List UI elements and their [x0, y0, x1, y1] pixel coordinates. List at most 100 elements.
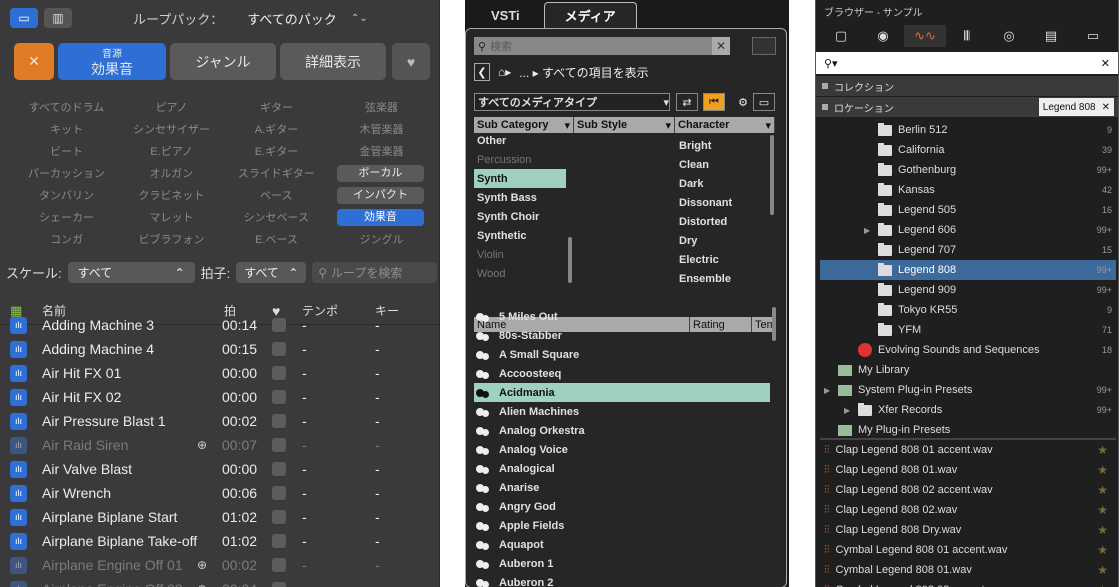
tree-item[interactable]: Legend 707 15: [820, 240, 1116, 260]
tree-item[interactable]: California 39: [820, 140, 1116, 160]
preset-row[interactable]: Anarise: [474, 478, 770, 497]
media-search-input[interactable]: ⚲ 検索 ✕: [474, 37, 730, 55]
clear-search-icon[interactable]: ✕: [712, 37, 730, 55]
keyword-button[interactable]: シェーカー: [14, 209, 119, 225]
scrollbar[interactable]: [568, 237, 572, 283]
keyword-button[interactable]: E.ギター: [224, 143, 329, 159]
piano-icon[interactable]: 𝄃𝄃: [946, 25, 988, 47]
preset-row[interactable]: Analog Orkestra: [474, 421, 770, 440]
character-item[interactable]: Dry: [676, 231, 766, 250]
back-icon[interactable]: ❮: [474, 63, 490, 81]
tree-item[interactable]: Tokyo KR55 9: [820, 300, 1116, 320]
star-icon[interactable]: ★: [1097, 563, 1108, 577]
sub-category-item[interactable]: Percussion: [474, 150, 566, 169]
tab-media[interactable]: メディア: [543, 2, 637, 28]
home-icon[interactable]: ⌂▸: [498, 65, 511, 79]
favorite-checkbox[interactable]: [272, 510, 286, 524]
sub-category-item[interactable]: Synth: [474, 169, 566, 188]
window-icon[interactable]: ▭: [753, 93, 775, 111]
character-item[interactable]: Electric: [676, 250, 766, 269]
sub-category-item[interactable]: Synth Bass: [474, 188, 566, 207]
favorite-checkbox[interactable]: [272, 558, 286, 572]
preset-row[interactable]: Aquapot: [474, 535, 770, 554]
preset-row[interactable]: A Small Square: [474, 345, 770, 364]
favorite-checkbox[interactable]: [272, 366, 286, 380]
scrollbar[interactable]: [772, 307, 776, 341]
star-icon[interactable]: ★: [1097, 483, 1108, 497]
file-row[interactable]: ⫶⫶Cymbal Legend 808 02 accent.wav★: [820, 580, 1116, 587]
star-icon[interactable]: ★: [1097, 543, 1108, 557]
keyword-button[interactable]: シンセベース: [224, 209, 329, 225]
character-item[interactable]: Bright: [676, 136, 766, 155]
clear-search-icon[interactable]: ✕: [1101, 57, 1110, 70]
keyword-button[interactable]: すべてのドラム: [14, 99, 119, 115]
file-row[interactable]: ⫶⫶ Clap Legend 808 02 accent.wav ★: [820, 480, 1116, 500]
loop-row[interactable]: ılı Air Wrench 00:06 - -: [0, 481, 439, 505]
star-icon[interactable]: ★: [1097, 583, 1108, 587]
keyword-button[interactable]: E.ピアノ: [119, 143, 224, 159]
star-icon[interactable]: ★: [1097, 503, 1108, 517]
col-sub-style[interactable]: Sub Style ▾: [574, 117, 675, 133]
file-row[interactable]: ⫶⫶ Clap Legend 808 02.wav ★: [820, 500, 1116, 520]
favorite-checkbox[interactable]: [272, 462, 286, 476]
loop-row[interactable]: ılı Air Pressure Blast 1 00:02 - -: [0, 409, 439, 433]
tree-item[interactable]: Gothenburg 99+: [820, 160, 1116, 180]
star-icon[interactable]: ★: [1097, 443, 1108, 457]
location-section[interactable]: ロケーション Legend 808 ✕: [816, 97, 1118, 117]
favorite-heart-icon[interactable]: ♥: [392, 43, 430, 80]
keyword-button[interactable]: ビブラフォン: [119, 231, 224, 247]
loop-row[interactable]: ılı Airplane Engine Off 01 ⊕ 00:02 - -: [0, 553, 439, 577]
tree-item[interactable]: Evolving Sounds and Sequences 18: [820, 340, 1116, 360]
keyword-button[interactable]: パーカッション: [14, 165, 119, 181]
favorite-checkbox[interactable]: [272, 438, 286, 452]
breadcrumb-path[interactable]: ... ▸ すべての項目を表示: [519, 64, 648, 81]
keyword-button[interactable]: インパクト: [336, 186, 424, 204]
scrollbar[interactable]: [770, 135, 774, 215]
detail-button[interactable]: 詳細表示: [280, 43, 386, 80]
tree-item[interactable]: Kansas 42: [820, 180, 1116, 200]
keyword-button[interactable]: ギター: [224, 99, 329, 115]
preset-row[interactable]: Alien Machines: [474, 402, 770, 421]
character-item[interactable]: Ensemble: [676, 269, 766, 288]
file-row[interactable]: ⫶⫶ Clap Legend 808 Dry.wav ★: [820, 520, 1116, 540]
star-icon[interactable]: ★: [1097, 523, 1108, 537]
gear-icon[interactable]: ⚙: [732, 93, 754, 111]
preset-row[interactable]: 80s-Stabber: [474, 326, 770, 345]
preset-row[interactable]: Analog Voice: [474, 440, 770, 459]
character-item[interactable]: Clean: [676, 155, 766, 174]
preset-row[interactable]: Auberon 1: [474, 554, 770, 573]
preset-row[interactable]: Auberon 2: [474, 573, 770, 587]
sub-category-item[interactable]: Wood: [474, 264, 566, 283]
sub-category-item[interactable]: Synth Choir: [474, 207, 566, 226]
sub-category-item[interactable]: Synthetic: [474, 226, 566, 245]
filter-options-icon[interactable]: [752, 37, 776, 55]
keyword-button[interactable]: オルガン: [119, 165, 224, 181]
loop-row[interactable]: ılı Adding Machine 3 00:14 - -: [0, 313, 439, 337]
shuffle-icon[interactable]: ⇄: [676, 93, 698, 111]
favorite-checkbox[interactable]: [272, 582, 286, 587]
loop-row[interactable]: ılı Air Hit FX 01 00:00 - -: [0, 361, 439, 385]
file-row[interactable]: ⫶⫶ Clap Legend 808 01.wav ★: [820, 460, 1116, 480]
preset-icon[interactable]: ◉: [862, 25, 904, 47]
col-character[interactable]: Character ▾: [675, 117, 775, 133]
favorite-checkbox[interactable]: [272, 414, 286, 428]
download-icon[interactable]: ⊕: [197, 438, 207, 452]
column-view-icon[interactable]: ▥: [44, 8, 72, 28]
keyword-button[interactable]: キット: [14, 121, 119, 137]
download-icon[interactable]: ⊕: [197, 558, 207, 572]
keyword-button[interactable]: スライドギター: [224, 165, 329, 181]
sample-waveform-icon[interactable]: ∿∿: [904, 25, 946, 47]
keyword-button[interactable]: ピアノ: [119, 99, 224, 115]
keyword-button[interactable]: シンセサイザー: [119, 121, 224, 137]
collection-section[interactable]: コレクション: [816, 76, 1118, 96]
preset-row[interactable]: Angry God: [474, 497, 770, 516]
download-icon[interactable]: ⊕: [197, 582, 207, 587]
loop-row[interactable]: ılı Airplane Biplane Take-off 01:02 - -: [0, 529, 439, 553]
keyword-button[interactable]: ボーカル: [336, 164, 424, 182]
updown-chevron-icon[interactable]: ⌃⌄: [351, 13, 368, 24]
character-item[interactable]: Dissonant: [676, 193, 766, 212]
tree-item[interactable]: ▶ Legend 606 99+: [820, 220, 1116, 240]
file-row[interactable]: ⫶⫶ Cymbal Legend 808 01 accent.wav ★: [820, 540, 1116, 560]
tree-item[interactable]: Legend 909 99+: [820, 280, 1116, 300]
character-item[interactable]: Distorted: [676, 212, 766, 231]
